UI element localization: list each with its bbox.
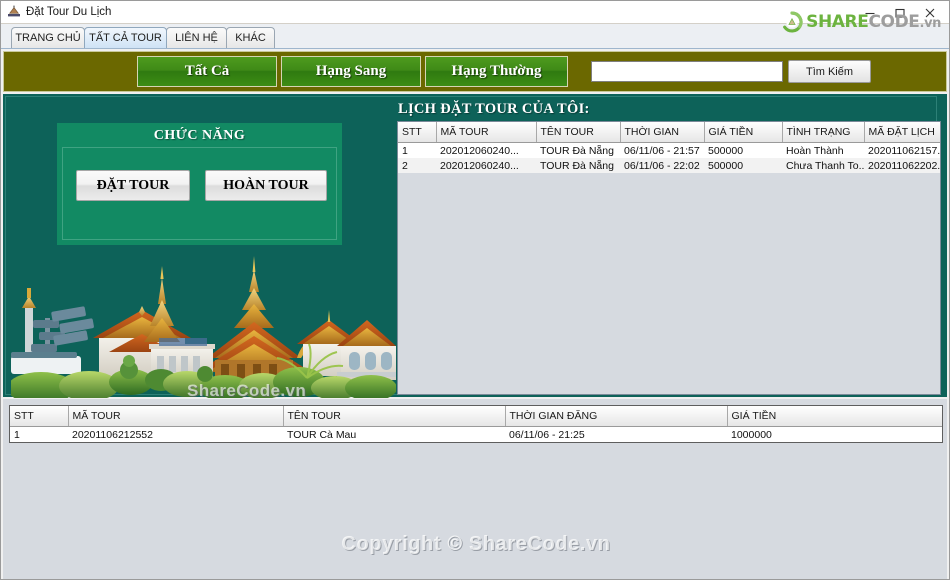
sharecode-brand: SHARECODE.vn [781,11,941,33]
col-ten-tour[interactable]: TÊN TOUR [536,122,621,143]
filter-button-label: Tất Cả [184,63,230,79]
cell-ten-tour: TOUR Đà Nẵng [536,158,620,173]
hoan-tour-button-label: HOÀN TOUR [223,177,309,193]
search-button[interactable]: Tìm Kiếm [788,60,871,83]
col-gia-tien[interactable]: GIÁ TIỀN [727,406,942,427]
tab-label: TẤT CẢ TOUR [89,32,162,44]
my-bookings-title: LỊCH ĐẶT TOUR CỦA TÔI: [398,101,590,117]
tab-label: TRANG CHỦ [15,32,81,44]
brand-part-code: CODE [868,11,920,32]
cell-ma-dat-lich: 202011062157... [864,142,940,158]
cell-gia-tien: 500000 [704,158,782,173]
col-ten-tour[interactable]: TÊN TOUR [283,406,506,427]
table-row[interactable]: 2 202012060240... TOUR Đà Nẵng 06/11/06 … [398,158,940,173]
cell-ma-tour: 20201106212552 [68,426,283,442]
thai-temple-photo [11,248,396,398]
cell-tinh-trang: Hoàn Thành [782,142,864,158]
all-tours-grid: STT MÃ TOUR TÊN TOUR THỜI GIAN ĐĂNG GIÁ … [10,406,942,443]
search-input[interactable] [591,61,783,82]
cell-stt: 1 [398,142,436,158]
dat-tour-button-label: ĐẶT TOUR [96,177,170,193]
tab-tat-ca-tour[interactable]: TẤT CẢ TOUR [84,27,167,48]
brand-part-share: SHARE [806,11,869,32]
cell-gia-tien: 500000 [727,442,942,443]
image-watermark: ShareCode.vn [187,381,307,400]
window-title: Đặt Tour Du Lịch [26,6,112,18]
cell-stt: 1 [10,426,68,442]
col-ma-dat-lich[interactable]: MÃ ĐẶT LỊCH [864,122,940,143]
cell-ten-tour: TOUR Đà Nẵng [283,442,505,443]
cell-ma-tour: 202012060240... [436,142,536,158]
sharecode-logo-icon [781,11,803,33]
tab-lien-he[interactable]: LIÊN HỆ [166,27,227,48]
application-window: Đặt Tour Du Lịch SHARECODE.vn TRANG CHỦ … [0,0,950,580]
col-thoi-gian[interactable]: THỜI GIAN [620,122,705,143]
all-tours-table[interactable]: STT MÃ TOUR TÊN TOUR THỜI GIAN ĐĂNG GIÁ … [9,405,943,443]
dat-tour-button[interactable]: ĐẶT TOUR [76,170,190,201]
brand-wordmark: SHARECODE.vn [806,11,942,32]
app-icon [7,5,21,19]
col-stt[interactable]: STT [398,122,437,143]
cell-gia-tien: 1000000 [727,426,942,442]
footer-watermark: Copyright © ShareCode.vn [341,533,611,555]
col-ma-tour[interactable]: MÃ TOUR [436,122,537,143]
col-tinh-trang[interactable]: TÌNH TRẠNG [782,122,865,143]
brand-part-vn: .vn [919,15,942,31]
table-header-row: STT MÃ TOUR TÊN TOUR THỜI GIAN ĐĂNG GIÁ … [10,406,942,427]
filter-button-hang-thuong[interactable]: Hạng Thường [425,56,568,87]
tab-label: LIÊN HỆ [175,32,218,44]
cell-stt: 2 [398,158,436,173]
my-bookings-table[interactable]: STT MÃ TOUR TÊN TOUR THỜI GIAN GIÁ TIỀN … [397,121,941,395]
col-stt[interactable]: STT [10,406,69,427]
table-header-row: STT MÃ TOUR TÊN TOUR THỜI GIAN GIÁ TIỀN … [398,122,940,143]
my-bookings-grid: STT MÃ TOUR TÊN TOUR THỜI GIAN GIÁ TIỀN … [398,122,940,173]
hoan-tour-button[interactable]: HOÀN TOUR [205,170,327,201]
function-panel: CHỨC NĂNG ĐẶT TOUR HOÀN TOUR [57,123,342,245]
cell-thoi-gian-dang: 06/12/2020 [505,442,727,443]
title-bar-left: Đặt Tour Du Lịch [7,5,111,19]
tab-khac[interactable]: KHÁC [226,27,275,48]
table-row[interactable]: 2 20201206024002 TOUR Đà Nẵng 06/12/2020… [10,442,942,443]
col-gia-tien[interactable]: GIÁ TIỀN [704,122,783,143]
filter-button-label: Hạng Sang [315,63,387,79]
cell-ma-tour: 202012060240... [436,158,536,173]
cell-tinh-trang: Chưa Thanh To... [782,158,864,173]
cell-stt: 2 [10,442,68,443]
cell-ten-tour: TOUR Đà Nẵng [536,142,620,158]
tab-label: KHÁC [235,32,266,44]
filter-button-hang-sang[interactable]: Hạng Sang [281,56,421,87]
col-thoi-gian-dang[interactable]: THỜI GIAN ĐĂNG [505,406,728,427]
search-button-label: Tìm Kiếm [805,65,854,78]
filter-button-label: Hạng Thường [451,63,542,79]
tab-trang-chu[interactable]: TRANG CHỦ [11,27,85,48]
cell-ten-tour: TOUR Cà Mau [283,426,505,442]
cell-thoi-gian: 06/11/06 - 22:02 [620,158,704,173]
table-row[interactable]: 1 202012060240... TOUR Đà Nẵng 06/11/06 … [398,142,940,158]
cell-thoi-gian-dang: 06/11/06 - 21:25 [505,426,727,442]
filter-button-tat-ca[interactable]: Tất Cả [137,56,277,87]
cell-ma-tour: 20201206024002 [68,442,283,443]
cell-gia-tien: 500000 [704,142,782,158]
cell-thoi-gian: 06/11/06 - 21:57 [620,142,704,158]
function-panel-title: CHỨC NĂNG [153,128,246,143]
cell-ma-dat-lich: 202011062202... [864,158,940,173]
table-row[interactable]: 1 20201106212552 TOUR Cà Mau 06/11/06 - … [10,426,942,442]
col-ma-tour[interactable]: MÃ TOUR [68,406,284,427]
